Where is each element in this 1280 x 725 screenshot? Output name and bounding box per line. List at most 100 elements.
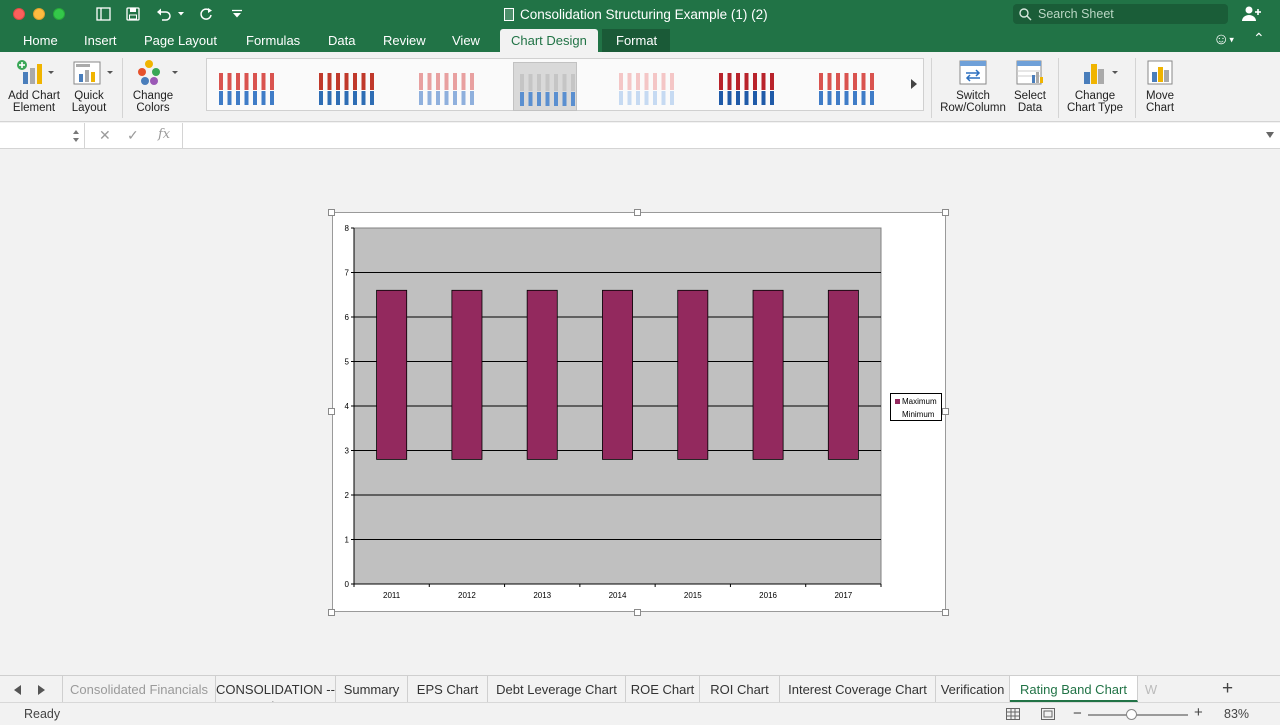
style-thumb-bar-top [827,73,832,90]
tab-data[interactable]: Data [328,33,355,48]
bar-2012 [451,289,483,460]
ribbon-tabs: Home Insert Page Layout Formulas Data Re… [0,29,1280,52]
resize-handle-top-right[interactable] [942,209,949,216]
chart-style-option[interactable] [613,69,677,109]
change-colors-button[interactable]: Change Colors [128,58,178,114]
next-sheet-arrow-icon[interactable] [38,685,45,695]
sheet-tab[interactable]: Verification [936,676,1010,702]
x-tick-label: 2016 [759,591,777,600]
undo-icon[interactable] [155,5,173,23]
sheet-tab[interactable]: Debt Leverage Chart [488,676,626,702]
tab-home[interactable]: Home [23,33,58,48]
style-thumb-bar-bottom [470,91,474,105]
tab-view[interactable]: View [452,33,480,48]
sidebar-toggle-icon[interactable] [95,5,111,23]
sheet-tab[interactable]: ROE Chart [626,676,700,702]
legend-label-minimum: Minimum [902,410,935,419]
enter-formula-icon[interactable]: ✓ [127,127,139,144]
tab-insert[interactable]: Insert [84,33,117,48]
formula-bar-expand-icon[interactable] [1266,132,1274,138]
tab-review[interactable]: Review [383,33,426,48]
select-data-button[interactable]: Select Data [1010,58,1050,114]
style-thumb-bar-top [719,73,723,90]
redo-icon[interactable] [198,5,214,23]
quick-layout-button[interactable]: Quick Layout [66,58,113,114]
previous-sheet-arrow-icon[interactable] [14,685,21,695]
resize-handle-bottom-right[interactable] [942,609,949,616]
zoom-slider-knob[interactable] [1126,709,1137,720]
resize-handle-left[interactable] [328,408,335,415]
name-box[interactable] [0,123,85,148]
style-thumb-bar-top [270,73,274,90]
page-layout-view-icon[interactable] [1041,708,1055,720]
name-box-stepper-icon[interactable] [72,128,80,144]
move-chart-button[interactable]: Move Chart [1140,58,1180,114]
resize-handle-bottom-left[interactable] [328,609,335,616]
change-chart-type-button[interactable]: Change Chart Type [1063,58,1127,114]
sheet-tab[interactable]: Rating Band Chart [1010,676,1138,702]
chart-style-option[interactable] [713,69,777,109]
formula-input[interactable] [182,123,1262,148]
search-sheet-input[interactable]: Search Sheet [1013,4,1228,24]
sheet-tab[interactable]: Interest Coverage Chart [780,676,936,702]
resize-handle-top[interactable] [634,209,641,216]
style-thumb-bar-bottom [353,91,357,105]
chart-style-option[interactable] [413,69,477,109]
resize-handle-bottom[interactable] [634,609,641,616]
style-thumb-bar-top [227,73,232,90]
feedback-smiley-icon[interactable]: ☺▾ [1213,31,1234,49]
sheet-tab[interactable]: CONSOLIDATION --> [216,676,336,712]
add-chart-element-label-2: Element [12,102,56,114]
switch-row-column-button[interactable]: Switch Row/Column [940,58,1006,114]
ribbon-separator [1135,58,1136,118]
y-tick-label: 7 [345,269,350,278]
undo-dropdown-icon[interactable] [177,5,185,23]
save-icon[interactable] [125,5,141,23]
zoom-slider[interactable] [1088,709,1188,720]
style-thumb-bar-bottom [870,91,874,105]
maximize-window-button[interactable] [53,8,65,20]
chart-style-option[interactable] [213,69,277,109]
sheet-tab[interactable]: EPS Chart [408,676,488,702]
chart-style-option[interactable] [813,69,877,109]
add-sheet-icon[interactable]: + [1222,678,1233,700]
tab-page-layout[interactable]: Page Layout [144,33,217,48]
chart-styles-gallery [206,58,924,111]
close-window-button[interactable] [13,8,25,20]
normal-view-icon[interactable] [1006,708,1020,720]
style-thumb-bar-top [244,73,249,90]
style-thumb-bar-top [870,73,874,90]
collapse-ribbon-icon[interactable]: ⌃ [1253,30,1265,47]
zoom-in-icon[interactable]: + [1194,704,1203,721]
change-colors-label-2: Colors [136,102,170,114]
tab-chart-design[interactable]: Chart Design [500,29,598,52]
gallery-next-arrow-icon[interactable] [911,79,917,89]
sheet-tab[interactable]: ROI Chart [700,676,780,702]
quick-layout-label-2: Layout [71,102,107,114]
style-thumb-bar-bottom [627,91,632,105]
insert-function-icon[interactable]: fx [158,127,170,142]
x-tick-label: 2017 [834,591,852,600]
chart-area[interactable]: 0 1 2 3 4 5 6 7 8 2011 2012 2013 2014 2015 2016 2017 Ma… [332,212,946,612]
style-thumb-bar-top [444,73,449,90]
tab-formulas[interactable]: Formulas [246,33,300,48]
zoom-out-icon[interactable]: − [1073,705,1082,722]
resize-handle-top-left[interactable] [328,209,335,216]
style-thumb-bar-bottom [227,91,232,105]
share-person-icon[interactable] [1241,5,1263,23]
chart-style-option[interactable] [313,69,377,109]
minimize-window-button[interactable] [33,8,45,20]
add-chart-element-button[interactable]: Add Chart Element [6,58,62,114]
style-thumb-bar-bottom [261,91,266,105]
resize-handle-right[interactable] [942,408,949,415]
tab-format[interactable]: Format [602,29,671,52]
chart-style-option[interactable] [513,62,577,111]
sheet-tab[interactable]: Consolidated Financials [62,676,216,702]
style-thumb-bar-top [344,73,349,90]
sheet-tab[interactable]: W [1138,676,1164,702]
cancel-formula-icon[interactable]: ✕ [99,127,111,144]
style-thumb-bar-bottom [661,91,666,105]
sheet-tab[interactable]: Summary [336,676,408,702]
chart-legend[interactable]: Maximum Minimum [890,393,942,421]
customize-toolbar-icon[interactable] [230,5,244,23]
